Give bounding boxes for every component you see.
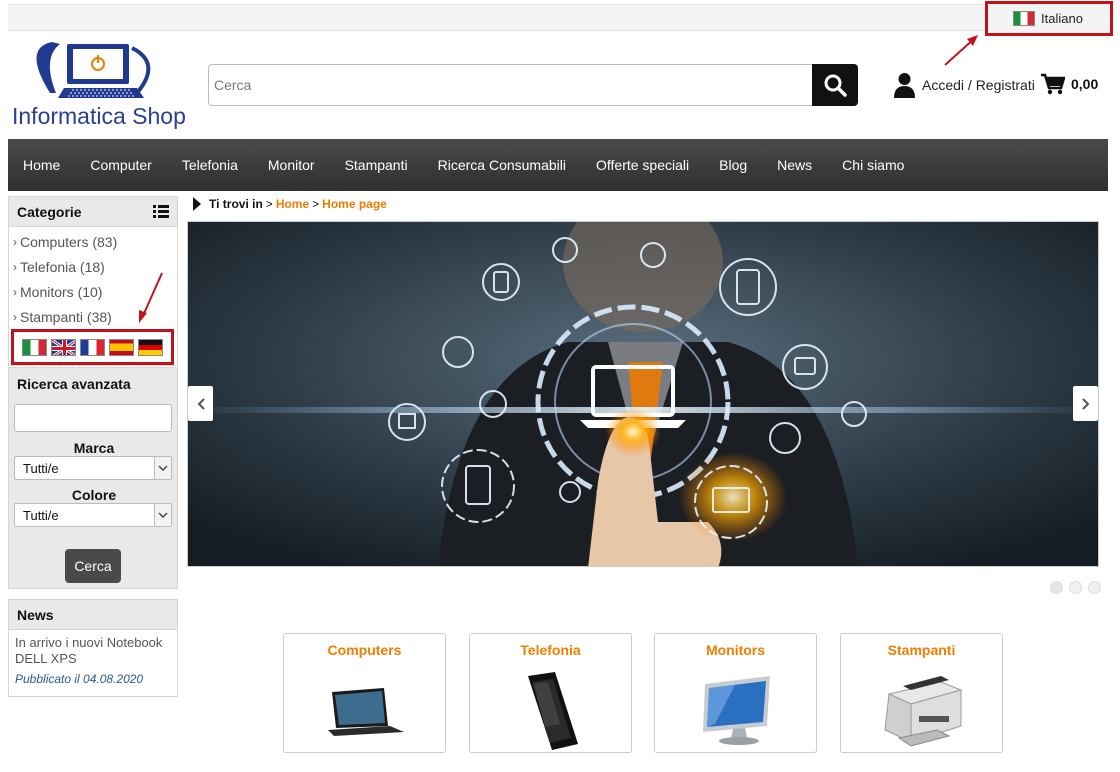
italy-flag-icon: [1013, 11, 1035, 26]
slider-dot[interactable]: [1050, 581, 1063, 594]
category-card-monitors[interactable]: Monitors: [654, 633, 817, 753]
advanced-search-button[interactable]: Cerca: [65, 549, 121, 583]
hero-slide-image: [188, 222, 1098, 566]
news-title: News: [17, 606, 54, 623]
slider-dots: [1050, 581, 1101, 594]
monitor-icon: [703, 676, 770, 745]
category-label: Stampanti (38): [20, 308, 112, 325]
cart-button[interactable]: 0,00: [1041, 73, 1098, 95]
language-flags: [11, 329, 174, 365]
color-select-value: Tutti/e: [23, 507, 59, 523]
nav-item-chi-siamo[interactable]: Chi siamo: [842, 157, 904, 173]
categories-title: Categorie: [17, 203, 82, 220]
annotation-arrow-icon: [944, 35, 978, 66]
printer-icon: [884, 676, 963, 747]
hero-slider[interactable]: [187, 221, 1099, 567]
laptop-icon: [328, 688, 404, 736]
chevron-right-icon: [1081, 397, 1089, 410]
brand-select[interactable]: Tutti/e: [14, 456, 172, 480]
login-register-link[interactable]: Accedi / Registrati: [893, 72, 1035, 98]
brand-select-value: Tutti/e: [23, 460, 59, 476]
annotation-arrow-icon: [139, 272, 163, 323]
card-title: Telefonia: [520, 642, 581, 658]
card-title: Stampanti: [887, 642, 956, 658]
brand-label: Marca: [73, 440, 115, 456]
nav-item-home[interactable]: Home: [23, 133, 60, 173]
list-icon[interactable]: [153, 205, 169, 218]
slider-prev-button[interactable]: [188, 386, 213, 421]
language-selector[interactable]: Italiano: [985, 1, 1113, 36]
nav-item-news[interactable]: News: [777, 157, 812, 173]
user-icon: [894, 73, 915, 98]
slider-dot[interactable]: [1088, 581, 1101, 594]
categories-header: Categorie: [9, 197, 177, 227]
category-label: Telefonia (18): [20, 258, 105, 275]
main-nav: Home Computer Telefonia Monitor Stampant…: [8, 133, 1108, 191]
news-panel: News In arrivo i nuovi Notebook DELL XPS…: [8, 599, 178, 697]
breadcrumb: Ti trovi in > Home > Home page: [193, 197, 387, 211]
advanced-search-panel: Ricerca avanzata Marca Tutti/e Colore Tu…: [8, 367, 178, 589]
chevron-down-icon: [154, 457, 171, 479]
breadcrumb-prefix: Ti trovi in: [209, 197, 263, 211]
slider-next-button[interactable]: [1073, 386, 1098, 421]
chevron-right-icon: ›: [13, 259, 17, 274]
nav-item-ricerca-consumabili[interactable]: Ricerca Consumabili: [438, 157, 566, 173]
search-bar: [208, 64, 858, 106]
category-card-computers[interactable]: Computers: [283, 633, 446, 753]
top-bar: [8, 4, 1112, 31]
uk-flag-icon[interactable]: [51, 338, 76, 356]
advanced-search-input[interactable]: [14, 404, 172, 432]
chevron-left-icon: [197, 397, 205, 410]
germany-flag-icon[interactable]: [138, 338, 163, 356]
play-triangle-icon: [193, 197, 201, 211]
france-flag-icon[interactable]: [80, 338, 105, 356]
breadcrumb-separator: >: [312, 197, 320, 211]
category-card-stampanti[interactable]: Stampanti: [840, 633, 1003, 753]
breadcrumb-home-link[interactable]: Home: [276, 197, 309, 211]
nav-item-stampanti[interactable]: Stampanti: [345, 157, 408, 173]
language-label: Italiano: [1041, 11, 1083, 26]
smartphone-icon: [528, 672, 578, 750]
category-label: Monitors (10): [20, 283, 103, 300]
chevron-down-icon: [154, 504, 171, 526]
color-label: Colore: [71, 487, 117, 503]
news-item-date: Pubblicato il 04.08.2020: [15, 672, 144, 686]
login-register-label: Accedi / Registrati: [922, 77, 1035, 93]
cart-icon: [1041, 73, 1065, 95]
card-title: Monitors: [705, 642, 766, 658]
news-item-text[interactable]: In arrivo i nuovi Notebook DELL XPS: [9, 630, 177, 667]
italy-flag-icon[interactable]: [22, 338, 47, 356]
monitor-logo-icon: [36, 42, 151, 98]
breadcrumb-current[interactable]: Home page: [322, 197, 387, 211]
category-card-telefonia[interactable]: Telefonia: [469, 633, 632, 753]
search-input[interactable]: [208, 64, 812, 106]
nav-item-computer[interactable]: Computer: [90, 157, 151, 173]
category-computers[interactable]: › Computers (83): [13, 229, 177, 254]
news-header: News: [9, 600, 177, 630]
spain-flag-icon[interactable]: [109, 338, 134, 356]
logo[interactable]: Informatica Shop: [12, 38, 197, 133]
search-icon: [824, 74, 847, 97]
color-select[interactable]: Tutti/e: [14, 503, 172, 527]
advanced-search-title: Ricerca avanzata: [17, 376, 131, 392]
category-label: Computers (83): [20, 233, 118, 250]
card-title: Computers: [327, 642, 402, 658]
chevron-right-icon: ›: [13, 284, 17, 299]
nav-item-monitor[interactable]: Monitor: [268, 157, 315, 173]
chevron-right-icon: ›: [13, 309, 17, 324]
nav-item-offerte-speciali[interactable]: Offerte speciali: [596, 157, 689, 173]
breadcrumb-separator: >: [265, 197, 273, 211]
nav-item-telefonia[interactable]: Telefonia: [182, 157, 238, 173]
cart-total: 0,00: [1071, 76, 1099, 92]
search-button[interactable]: [812, 64, 858, 106]
chevron-right-icon: ›: [13, 234, 17, 249]
nav-item-blog[interactable]: Blog: [719, 157, 747, 173]
logo-text: Informatica Shop: [12, 103, 186, 129]
slider-dot[interactable]: [1069, 581, 1082, 594]
